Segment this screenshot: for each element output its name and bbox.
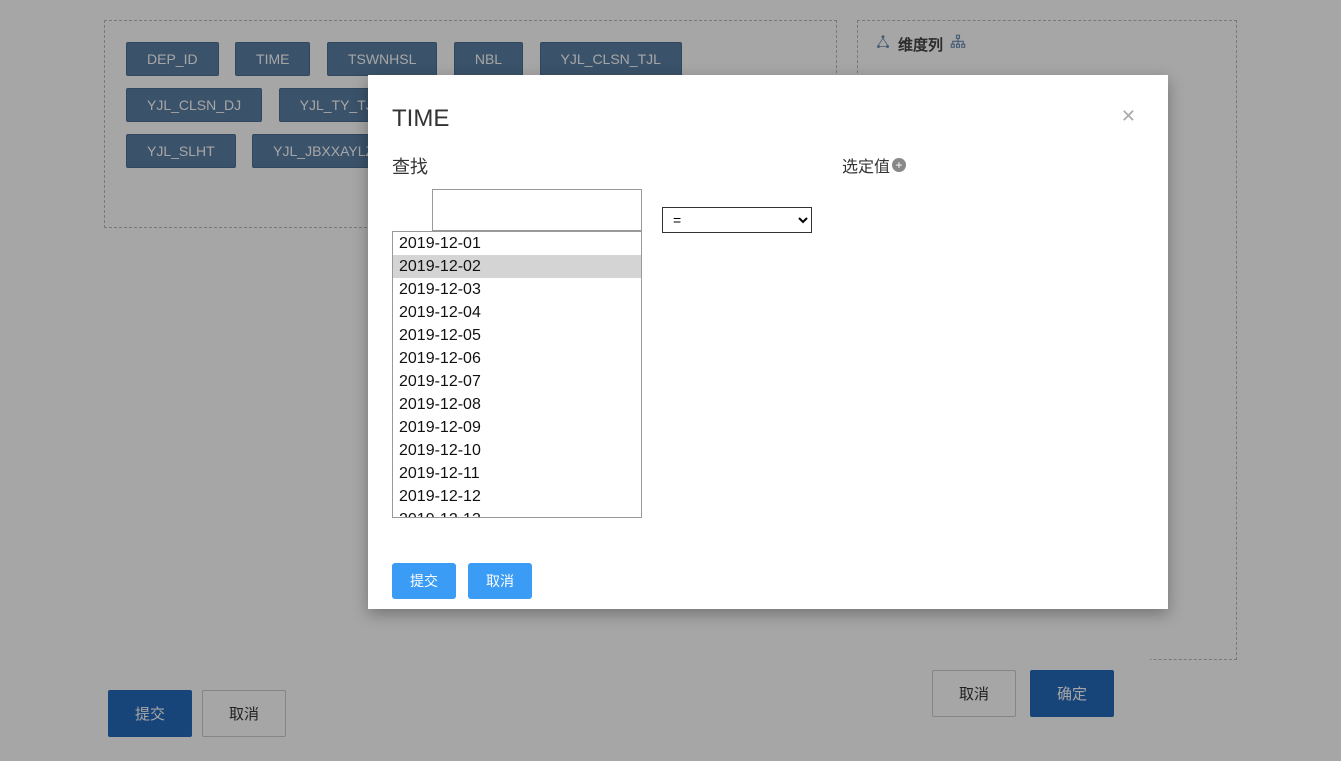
close-icon[interactable]: ✕ bbox=[1121, 107, 1136, 125]
date-list-item[interactable]: 2019-12-12 bbox=[393, 485, 641, 508]
search-label: 查找 bbox=[392, 153, 642, 179]
date-list-item[interactable]: 2019-12-08 bbox=[393, 393, 641, 416]
selected-values-label: 选定值 bbox=[842, 153, 890, 177]
date-list-item[interactable]: 2019-12-10 bbox=[393, 439, 641, 462]
date-list-item[interactable]: 2019-12-11 bbox=[393, 462, 641, 485]
operator-select[interactable]: = bbox=[662, 207, 812, 233]
modal-title: TIME bbox=[392, 105, 1168, 133]
time-filter-modal: ✕ TIME 查找 2019-12-012019-12-022019-12-03… bbox=[368, 75, 1168, 609]
date-list-item[interactable]: 2019-12-04 bbox=[393, 301, 641, 324]
date-list-item[interactable]: 2019-12-01 bbox=[393, 232, 641, 255]
modal-submit-button[interactable]: 提交 bbox=[392, 563, 456, 599]
date-list-item[interactable]: 2019-12-13 bbox=[393, 508, 641, 518]
date-list-item[interactable]: 2019-12-05 bbox=[393, 324, 641, 347]
date-list-item[interactable]: 2019-12-09 bbox=[393, 416, 641, 439]
search-input[interactable] bbox=[432, 189, 642, 231]
date-list-item[interactable]: 2019-12-06 bbox=[393, 347, 641, 370]
plus-icon[interactable]: + bbox=[892, 158, 906, 172]
modal-cancel-button[interactable]: 取消 bbox=[468, 563, 532, 599]
date-list-item[interactable]: 2019-12-03 bbox=[393, 278, 641, 301]
date-list-item[interactable]: 2019-12-07 bbox=[393, 370, 641, 393]
date-list-item[interactable]: 2019-12-02 bbox=[393, 255, 641, 278]
date-list[interactable]: 2019-12-012019-12-022019-12-032019-12-04… bbox=[392, 231, 642, 518]
